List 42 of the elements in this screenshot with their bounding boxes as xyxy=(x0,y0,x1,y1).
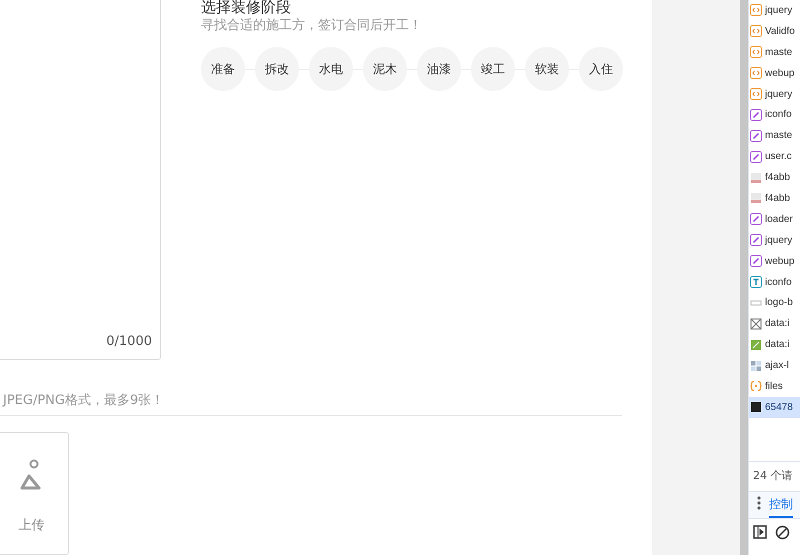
more-menu-icon[interactable] xyxy=(757,496,761,510)
stage-button[interactable]: 水电 xyxy=(309,47,353,91)
stage-button[interactable]: 竣工 xyxy=(471,47,515,91)
request-row[interactable]: data:i xyxy=(749,313,800,334)
character-counter: 0/1000 xyxy=(106,332,152,350)
upload-button[interactable]: 上传 xyxy=(0,432,69,555)
request-row[interactable]: ajax-l xyxy=(749,355,800,376)
request-row[interactable]: logo-b xyxy=(749,292,800,314)
request-row[interactable]: iconfo xyxy=(749,104,800,126)
request-row[interactable]: iconfo xyxy=(749,272,800,292)
document-icon xyxy=(750,401,762,414)
stage-button[interactable]: 拆改 xyxy=(255,47,299,91)
grid-image-icon xyxy=(750,360,762,372)
request-row[interactable]: Validfo xyxy=(749,20,800,42)
description-field[interactable]: 0/1000 xyxy=(0,0,161,360)
stage-button[interactable]: 软装 xyxy=(525,47,569,91)
request-row[interactable]: jquery xyxy=(749,230,800,251)
clear-icon[interactable] xyxy=(775,524,790,540)
request-row[interactable]: f4abb xyxy=(749,167,800,188)
scrollbar[interactable] xyxy=(740,0,748,555)
request-row[interactable]: webup xyxy=(749,250,800,272)
request-row[interactable]: user.c xyxy=(749,146,800,168)
request-row[interactable]: loader xyxy=(749,208,800,230)
stage-button[interactable]: 泥木 xyxy=(363,47,407,91)
stage-button[interactable]: 入住 xyxy=(579,47,623,91)
sidebar-toggle-icon[interactable] xyxy=(753,525,767,539)
section-title: 选择装修阶段 xyxy=(201,0,292,17)
request-row[interactable]: data:i xyxy=(749,334,800,356)
section-subtitle: 寻找合适的施工方，签订合同后开工！ xyxy=(201,17,423,35)
request-row[interactable]: jquery xyxy=(749,84,800,104)
stage-button[interactable]: 油漆 xyxy=(417,47,461,91)
request-row[interactable]: maste xyxy=(749,125,800,146)
request-row[interactable]: 65478 xyxy=(749,396,800,418)
stage-button[interactable]: 准备 xyxy=(201,47,245,91)
braces-icon xyxy=(750,380,762,392)
request-count: 24 个请 xyxy=(753,468,792,484)
request-row[interactable]: webup xyxy=(749,62,800,84)
upload-hint: JPEG/PNG格式，最多9张！ xyxy=(3,392,164,410)
request-row[interactable]: f4abb xyxy=(749,188,800,209)
request-row[interactable]: jquery xyxy=(749,0,800,21)
request-row[interactable]: maste xyxy=(749,42,800,63)
request-row[interactable]: files xyxy=(749,376,800,397)
